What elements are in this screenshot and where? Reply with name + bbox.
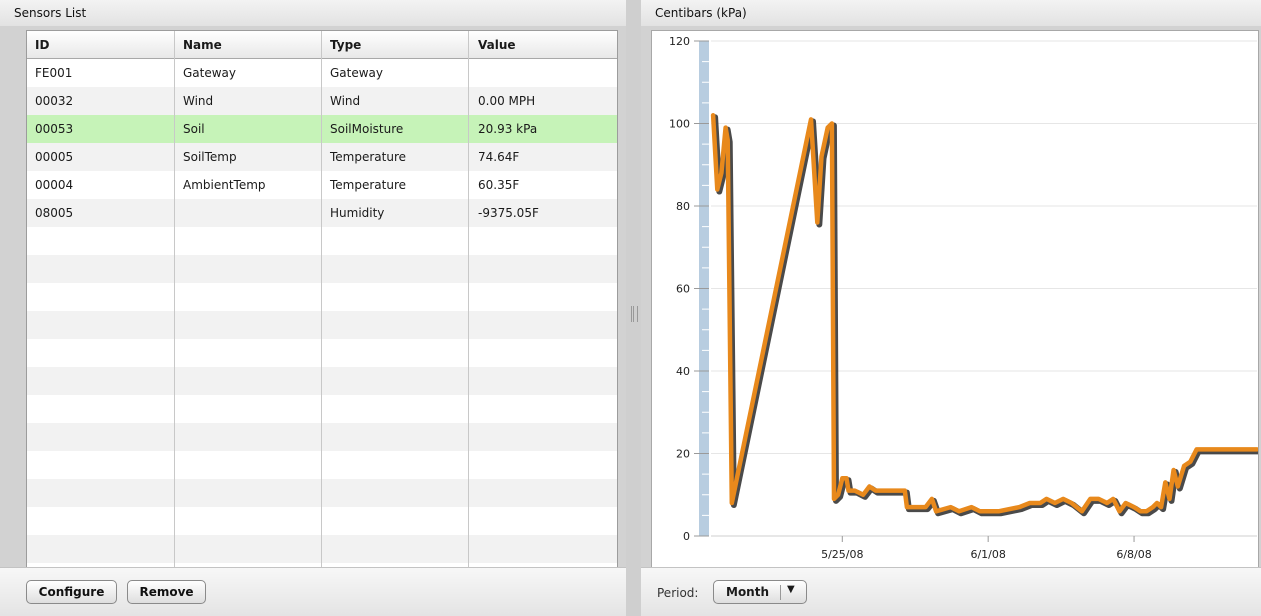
divider-grip-icon[interactable] (631, 306, 638, 322)
table-row[interactable]: FE001 Gateway Gateway (27, 59, 617, 87)
row-type: Wind (330, 94, 361, 108)
column-header-id[interactable]: ID (35, 38, 49, 52)
empty-table-row (27, 339, 617, 367)
row-name: Soil (183, 122, 205, 136)
table-row[interactable]: 00004 AmbientTemp Temperature 60.35F (27, 171, 617, 199)
row-id: 00032 (35, 94, 74, 108)
table-row[interactable]: 08005 Humidity -9375.05F (27, 199, 617, 227)
chart-panel: Centibars (kPa) 0 20 40 60 80 100 120 5/25/08 6/… (641, 0, 1261, 616)
row-value: -9375.05F (478, 206, 539, 220)
chart-area: 0 20 40 60 80 100 120 5/25/08 6/1/08 6/8/08 (651, 30, 1259, 568)
x-tick-label: 5/25/08 (821, 548, 863, 561)
sensors-list-footer: Configure Remove (0, 567, 626, 616)
y-tick-label: 80 (676, 200, 690, 213)
row-value: 74.64F (478, 150, 520, 164)
column-header-value[interactable]: Value (478, 38, 516, 52)
y-tick-label: 120 (669, 35, 690, 48)
x-tick-label: 6/1/08 (970, 548, 1005, 561)
period-label: Period: (657, 586, 699, 600)
empty-table-row (27, 255, 617, 283)
row-type: Temperature (330, 150, 407, 164)
column-divider (468, 31, 469, 567)
empty-table-row (27, 423, 617, 451)
row-type: Humidity (330, 206, 385, 220)
table-row[interactable]: 00005 SoilTemp Temperature 74.64F (27, 143, 617, 171)
column-header-name[interactable]: Name (183, 38, 222, 52)
column-divider (174, 31, 175, 567)
empty-table-row (27, 451, 617, 479)
configure-button[interactable]: Configure (26, 580, 117, 604)
x-tick-label: 6/8/08 (1116, 548, 1151, 561)
row-name: Gateway (183, 66, 237, 80)
y-tick-label: 100 (669, 118, 690, 131)
sensors-list-header: Sensors List (0, 0, 626, 27)
y-tick-label: 60 (676, 283, 690, 296)
empty-table-row (27, 367, 617, 395)
sensors-table: ID Name Type Value FE001 Gateway Gateway 00… (26, 30, 618, 568)
panel-divider[interactable] (626, 0, 641, 616)
chart-panel-footer: Period: Month ▼ (641, 567, 1261, 616)
column-divider (321, 31, 322, 567)
row-id: 00004 (35, 178, 74, 192)
empty-table-row (27, 395, 617, 423)
column-header-type[interactable]: Type (330, 38, 361, 52)
chevron-down-icon: ▼ (787, 584, 795, 595)
y-tick-label: 20 (676, 448, 690, 461)
row-id: 00053 (35, 122, 74, 136)
row-id: 08005 (35, 206, 74, 220)
table-row[interactable]: 00053 Soil SoilMoisture 20.93 kPa (27, 115, 617, 143)
series-line (710, 113, 1258, 514)
row-type: Gateway (330, 66, 384, 80)
empty-table-row (27, 507, 617, 535)
sensors-list-title: Sensors List (14, 6, 87, 20)
y-tick-label: 0 (683, 530, 690, 543)
line-chart: 0 20 40 60 80 100 120 5/25/08 6/1/08 6/8/08 (669, 35, 1258, 561)
table-header: ID Name Type Value (27, 31, 617, 59)
row-value: 0.00 MPH (478, 94, 536, 108)
row-value: 60.35F (478, 178, 520, 192)
row-name: SoilTemp (183, 150, 237, 164)
sensors-list-panel: Sensors List ID Name Type Value FE001 Gat… (0, 0, 626, 616)
row-type: SoilMoisture (330, 122, 404, 136)
empty-table-row (27, 311, 617, 339)
row-name: Wind (183, 94, 214, 108)
chart-title: Centibars (kPa) (655, 6, 747, 20)
empty-table-row (27, 283, 617, 311)
empty-table-row (27, 227, 617, 255)
row-type: Temperature (330, 178, 407, 192)
y-tick-label: 40 (676, 365, 690, 378)
period-selected-value: Month (726, 585, 770, 599)
period-dropdown[interactable]: Month ▼ (713, 580, 807, 604)
empty-table-row (27, 535, 617, 563)
table-row[interactable]: 00032 Wind Wind 0.00 MPH (27, 87, 617, 115)
row-id: 00005 (35, 150, 74, 164)
row-value: 20.93 kPa (478, 122, 538, 136)
chart-panel-header: Centibars (kPa) (641, 0, 1261, 27)
remove-button[interactable]: Remove (127, 580, 206, 604)
empty-table-row (27, 479, 617, 507)
row-id: FE001 (35, 66, 73, 80)
dropdown-separator (780, 585, 781, 600)
row-name: AmbientTemp (183, 178, 266, 192)
